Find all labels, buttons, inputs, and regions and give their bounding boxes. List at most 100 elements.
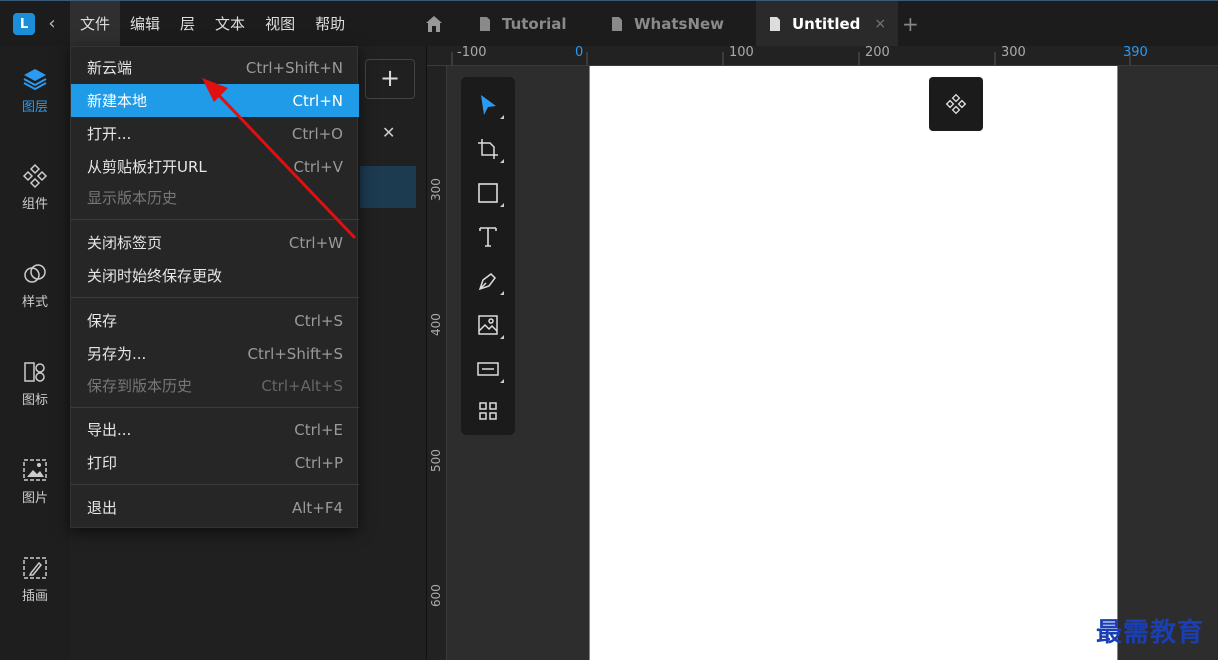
menu-view[interactable]: 视图 bbox=[255, 1, 305, 47]
sidebar-item-styles[interactable]: 样式 bbox=[0, 261, 70, 331]
sidebar-item-layers[interactable]: 图层 bbox=[0, 66, 70, 136]
tool-select[interactable] bbox=[472, 89, 504, 121]
menu-help[interactable]: 帮助 bbox=[305, 1, 355, 47]
tool-grid[interactable] bbox=[472, 395, 504, 427]
watermark-text: 最需教育 bbox=[1096, 618, 1205, 648]
input-field-icon bbox=[477, 362, 499, 376]
grid-icon bbox=[479, 402, 497, 420]
menu-item-shortcut: Ctrl+P bbox=[294, 453, 343, 472]
menu-file[interactable]: 文件 bbox=[70, 1, 121, 47]
text-icon bbox=[479, 227, 497, 247]
menu-item-label: 打印 bbox=[87, 454, 118, 472]
tool-text[interactable] bbox=[472, 221, 504, 253]
menu-item-label: 打开... bbox=[87, 125, 132, 143]
sidebar-label: 图层 bbox=[21, 100, 48, 115]
illustration-icon bbox=[23, 557, 47, 579]
menu-item-always-save-on-close[interactable]: 关闭时始终保存更改 bbox=[71, 259, 359, 292]
image-icon bbox=[478, 315, 498, 335]
tab-label: WhatsNew bbox=[634, 15, 725, 33]
sidebar-item-components[interactable]: 组件 bbox=[0, 163, 70, 233]
menu-item-save-as[interactable]: 另存为... Ctrl+Shift+S bbox=[71, 337, 359, 370]
menu-item-label: 另存为... bbox=[87, 345, 147, 363]
tab-tutorial[interactable]: Tutorial bbox=[478, 1, 567, 47]
menu-item-new-cloud[interactable]: 新云端 Ctrl+Shift+N bbox=[71, 51, 359, 84]
menu-item-label: 显示版本历史 bbox=[87, 189, 178, 207]
menu-item-label: 退出 bbox=[87, 499, 118, 517]
tool-input[interactable] bbox=[472, 353, 504, 385]
home-icon[interactable] bbox=[425, 15, 443, 33]
menu-item-shortcut: Ctrl+E bbox=[294, 420, 343, 439]
menu-item-open-url-clipboard[interactable]: 从剪贴板打开URL Ctrl+V bbox=[71, 150, 359, 183]
menu-item-label: 保存到版本历史 bbox=[87, 377, 193, 395]
document-icon bbox=[770, 17, 780, 31]
pointer-icon bbox=[481, 95, 496, 115]
back-chevron-icon[interactable]: ‹ bbox=[44, 13, 60, 35]
ruler-label: 390 bbox=[1123, 46, 1148, 60]
sidebar-label: 图片 bbox=[21, 491, 48, 506]
menu-item-save-to-version-history: 保存到版本历史 Ctrl+Alt+S bbox=[71, 369, 359, 402]
sidebar-label: 插画 bbox=[21, 589, 48, 604]
file-menu-dropdown: 新云端 Ctrl+Shift+N 新建本地 Ctrl+N 打开... Ctrl+… bbox=[70, 46, 359, 528]
submenu-indicator bbox=[500, 115, 504, 119]
top-bar: L ‹ 文件 编辑 层 文本 视图 帮助 Tutorial WhatsNew U… bbox=[0, 0, 1218, 47]
menu-edit[interactable]: 编辑 bbox=[120, 1, 170, 47]
canvas-area[interactable]: -100 0 100 200 300 390 300 400 500 600 bbox=[427, 46, 1218, 660]
menu-item-label: 新云端 bbox=[87, 59, 133, 77]
tool-image[interactable] bbox=[472, 309, 504, 341]
menu-divider bbox=[71, 484, 359, 485]
menu-item-shortcut: Ctrl+Shift+S bbox=[247, 344, 343, 363]
sidebar-label: 组件 bbox=[21, 197, 48, 212]
tool-frame[interactable] bbox=[472, 133, 504, 165]
tab-whatsnew[interactable]: WhatsNew bbox=[610, 1, 724, 47]
component-button[interactable] bbox=[929, 77, 983, 131]
app-window: L ‹ 文件 编辑 层 文本 视图 帮助 Tutorial WhatsNew U… bbox=[0, 0, 1218, 660]
sidebar-item-icons[interactable]: 图标 bbox=[0, 359, 70, 429]
sidebar-item-illustrations[interactable]: 插画 bbox=[0, 555, 70, 625]
menu-item-open[interactable]: 打开... Ctrl+O bbox=[71, 117, 359, 150]
menu-item-shortcut: Ctrl+N bbox=[292, 91, 343, 110]
menu-item-exit[interactable]: 退出 Alt+F4 bbox=[71, 491, 359, 524]
sidebar-label: 图标 bbox=[21, 393, 48, 408]
sidebar-item-images[interactable]: 图片 bbox=[0, 457, 70, 527]
selected-layer-row[interactable] bbox=[360, 166, 416, 208]
collapse-icon[interactable]: ✕ bbox=[382, 123, 395, 142]
menu-item-close-tab[interactable]: 关闭标签页 Ctrl+W bbox=[71, 226, 359, 259]
left-sidebar: 图层 组件 样式 图标 图片 插画 bbox=[0, 46, 70, 660]
menu-item-new-local[interactable]: 新建本地 Ctrl+N bbox=[71, 84, 359, 117]
components-icon bbox=[22, 163, 48, 189]
menu-item-shortcut: Ctrl+Alt+S bbox=[261, 376, 343, 395]
menu-bar: 文件 编辑 层 文本 视图 帮助 bbox=[70, 1, 355, 47]
app-logo[interactable]: L bbox=[13, 13, 35, 35]
menu-item-label: 关闭标签页 bbox=[87, 234, 163, 252]
menu-text[interactable]: 文本 bbox=[205, 1, 255, 47]
menu-item-shortcut: Alt+F4 bbox=[291, 498, 343, 517]
menu-item-shortcut: Ctrl+V bbox=[293, 157, 343, 176]
menu-item-shortcut: Ctrl+O bbox=[291, 124, 343, 143]
ruler-label: 0 bbox=[575, 46, 584, 60]
menu-layer[interactable]: 层 bbox=[170, 1, 205, 47]
add-page-button[interactable]: + bbox=[365, 59, 415, 99]
menu-item-shortcut: Ctrl+Shift+N bbox=[245, 58, 343, 77]
tool-pen[interactable] bbox=[472, 265, 504, 297]
menu-item-export[interactable]: 导出... Ctrl+E bbox=[71, 413, 359, 446]
ruler-vertical: 300 400 500 600 bbox=[427, 66, 447, 660]
menu-item-print[interactable]: 打印 Ctrl+P bbox=[71, 446, 359, 479]
tool-rectangle[interactable] bbox=[472, 177, 504, 209]
artboard[interactable] bbox=[589, 66, 1118, 660]
tab-untitled[interactable]: Untitled × bbox=[756, 1, 899, 47]
submenu-indicator bbox=[500, 203, 504, 207]
rectangle-icon bbox=[478, 183, 498, 203]
submenu-indicator bbox=[500, 335, 504, 339]
menu-divider bbox=[71, 297, 359, 298]
ruler-label: 400 bbox=[429, 313, 443, 336]
tool-bar bbox=[461, 77, 515, 435]
document-icon bbox=[480, 17, 490, 31]
menu-item-save[interactable]: 保存 Ctrl+S bbox=[71, 304, 359, 337]
document-icon bbox=[612, 17, 622, 31]
close-tab-icon[interactable]: × bbox=[874, 16, 886, 32]
ruler-label: 500 bbox=[429, 449, 443, 472]
submenu-indicator bbox=[500, 379, 504, 383]
icons-icon bbox=[24, 362, 45, 382]
menu-item-show-version-history: 显示版本历史 bbox=[71, 181, 359, 214]
new-tab-button[interactable]: + bbox=[902, 13, 919, 35]
